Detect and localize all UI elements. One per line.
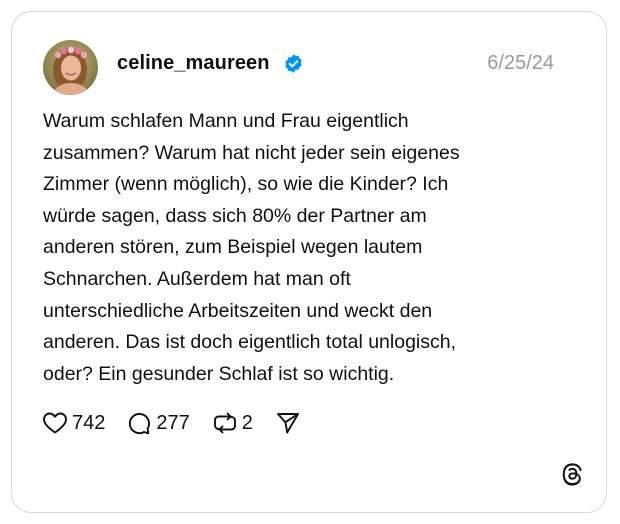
reply-button[interactable]: 277 [127,411,190,436]
repost-button[interactable]: 2 [212,410,253,436]
repost-count: 2 [241,411,253,434]
post-date: 6/25/24 [487,52,554,74]
comment-bubble-icon [129,412,151,434]
like-count: 742 [72,411,106,434]
post-text: Warum schlafen Mann und Frau eigentlich … [43,110,460,385]
threads-logo-icon[interactable] [559,461,585,487]
heart-icon [43,412,67,434]
avatar[interactable] [43,40,98,95]
username[interactable]: celine_maureen [117,52,270,75]
action-bar: 742 277 2 [42,410,323,436]
like-button[interactable]: 742 [42,411,105,435]
reply-count: 277 [156,411,190,434]
repost-icon [213,412,236,434]
share-button[interactable] [275,411,301,435]
verified-badge-icon [285,54,302,73]
send-icon [276,413,299,434]
post-card: celine_maureen 6/25/24 Warum schlafen Ma… [11,11,607,513]
